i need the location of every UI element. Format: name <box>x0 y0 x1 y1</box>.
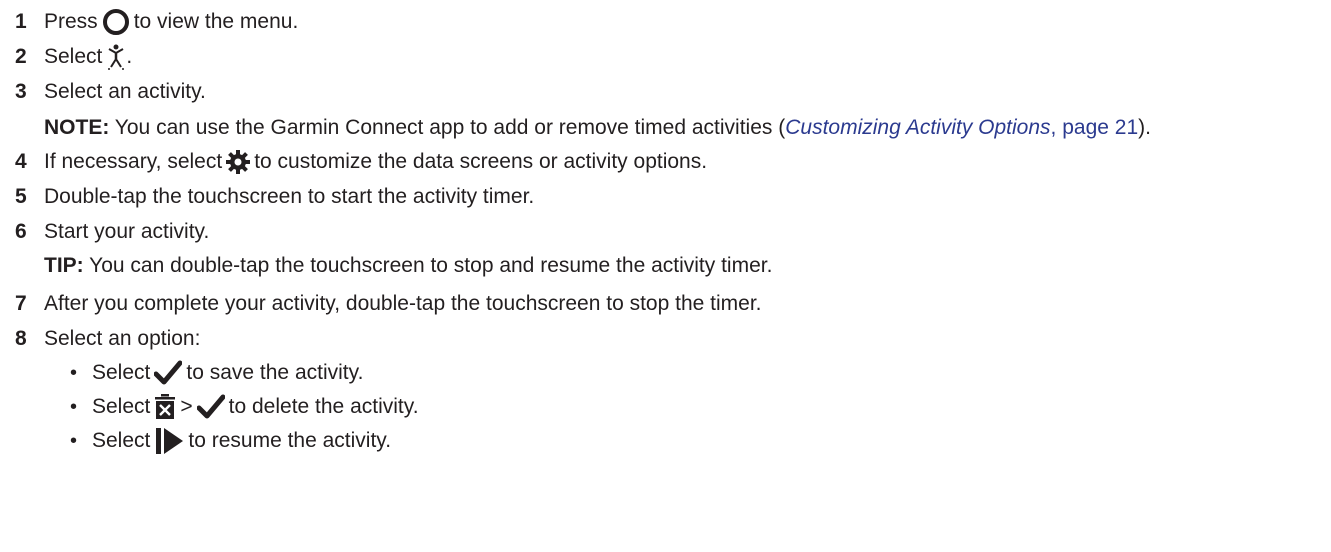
step-text: Select an activity. <box>44 80 206 103</box>
tip-text: You can double-tap the touchscreen to st… <box>89 254 773 277</box>
step-text: If necessary, select to customize the da… <box>44 149 708 174</box>
bullet: • <box>70 395 78 418</box>
checkmark-icon <box>196 394 225 420</box>
step-number: 2 <box>15 45 27 68</box>
bullet: • <box>70 361 78 384</box>
step-text: Start your activity. <box>44 220 210 243</box>
step-4: 4 If necessary, select to customize the … <box>10 144 1311 179</box>
circle-button-icon <box>102 8 130 36</box>
tip-label: TIP: <box>44 254 84 277</box>
option-list: • Select to save the activity. • Select … <box>10 356 1311 458</box>
bullet: • <box>70 429 78 452</box>
instructions-page: 1 Press to view the menu. 2 Select . 3 S… <box>0 0 1331 552</box>
step-3: 3 Select an activity. <box>10 74 1311 109</box>
step-2: 2 Select . <box>10 39 1311 74</box>
note-paragraph: NOTE: You can use the Garmin Connect app… <box>44 116 1151 139</box>
list-item: • Select to save the activity. <box>70 360 364 386</box>
step-number: 7 <box>15 292 27 315</box>
step-number: 4 <box>15 150 27 173</box>
step-text: Double-tap the touchscreen to start the … <box>44 185 535 208</box>
step-number: 6 <box>15 220 27 243</box>
step-8: 8 Select an option: <box>10 321 1311 356</box>
step-5: 5 Double-tap the touchscreen to start th… <box>10 179 1311 214</box>
step-number: 3 <box>15 80 27 103</box>
list-item: • Select to resume the activity. <box>70 424 1311 458</box>
gear-icon <box>226 149 251 174</box>
step-text: After you complete your activity, double… <box>44 292 762 315</box>
step-text: Press to view the menu. <box>39 4 298 39</box>
step-number: 5 <box>15 185 27 208</box>
step-7: 7 After you complete your activity, doub… <box>10 286 1311 321</box>
note-text: You can use the Garmin Connect app to ad… <box>114 116 786 139</box>
tip-paragraph: TIP: You can double-tap the touchscreen … <box>10 251 1311 280</box>
note-label: NOTE: <box>44 116 110 139</box>
step-text: Select an option: <box>44 327 201 350</box>
step-1: 1 Press to view the menu. <box>10 4 1311 39</box>
step-text: Select . <box>44 44 133 70</box>
activity-person-icon <box>106 44 126 70</box>
step-number: 8 <box>15 327 27 350</box>
list-item: • Select > to delete the activity. <box>70 394 419 420</box>
step-6: 6 Start your activity. <box>10 214 1311 249</box>
checkmark-icon <box>154 360 183 386</box>
page-21-link[interactable]: page 21 <box>1062 116 1138 139</box>
resume-play-icon <box>154 427 184 455</box>
trash-icon <box>154 394 176 420</box>
step-number: 1 <box>15 10 27 33</box>
customizing-activity-options-link[interactable]: Customizing Activity Options <box>785 116 1050 139</box>
